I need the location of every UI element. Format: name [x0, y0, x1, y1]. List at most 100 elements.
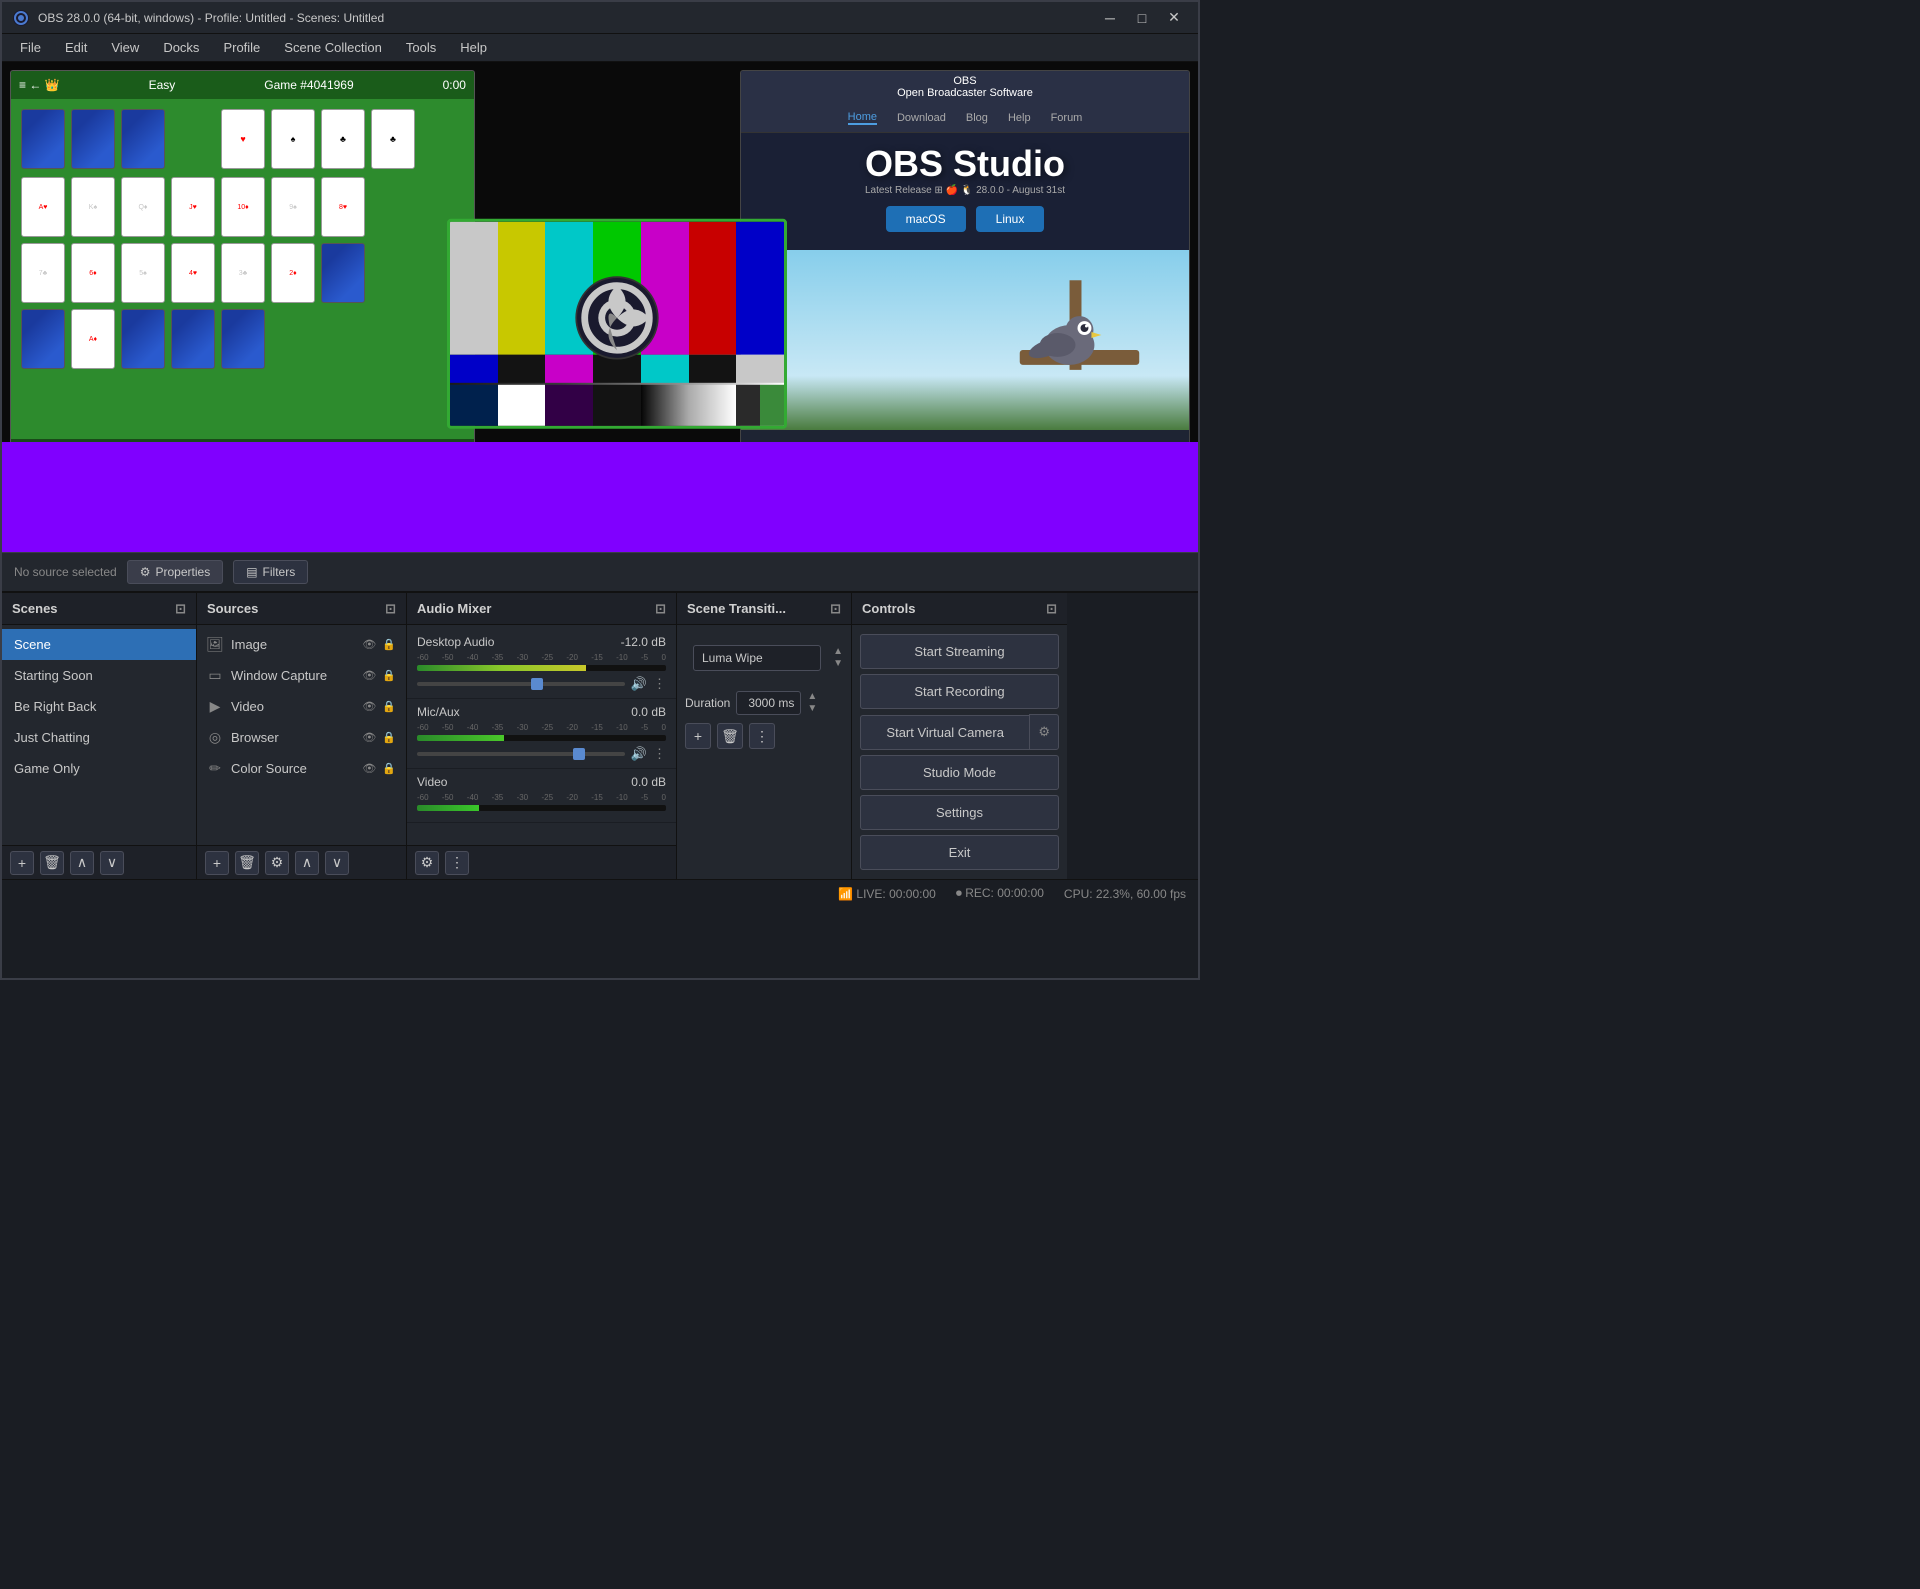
panels-row: Scenes ⊡ Scene Starting Soon Be Right Ba…: [2, 592, 1198, 879]
maximize-button[interactable]: □: [1128, 4, 1156, 32]
mic-aux-fader[interactable]: [417, 752, 625, 756]
source-lock-icon-2[interactable]: 🔒: [382, 669, 396, 682]
source-lock-icon-5[interactable]: 🔒: [382, 762, 396, 775]
transition-up-arrow[interactable]: ▲: [833, 646, 843, 658]
rec-icon: ⏺: [956, 886, 962, 900]
sources-add-button[interactable]: +: [205, 851, 229, 875]
scene-item-starting-soon[interactable]: Starting Soon: [2, 660, 196, 691]
t2-card-5: 3♣: [221, 243, 265, 303]
desktop-audio-thumb[interactable]: [531, 678, 543, 690]
virtual-camera-gear-button[interactable]: ⚙: [1029, 714, 1059, 750]
transition-type-select[interactable]: Luma Wipe Cut Fade Swipe Slide: [693, 645, 821, 671]
mic-aux-mute[interactable]: 🔊: [631, 746, 647, 762]
sources-down-button[interactable]: ∨: [325, 851, 349, 875]
close-button[interactable]: ✕: [1160, 4, 1188, 32]
filters-button[interactable]: ▤ Filters: [233, 560, 308, 584]
desktop-audio-more[interactable]: ⋮: [653, 676, 666, 692]
color-bars-bottom: [450, 354, 784, 425]
minimize-button[interactable]: ─: [1096, 4, 1124, 32]
menu-edit[interactable]: Edit: [55, 37, 97, 58]
menu-view[interactable]: View: [101, 37, 149, 58]
rec-label: REC:: [965, 886, 994, 900]
duration-spin-arrows: ▲ ▼: [807, 691, 817, 715]
menu-profile[interactable]: Profile: [213, 37, 270, 58]
source-name-color-source: Color Source: [231, 761, 307, 776]
source-item-video[interactable]: ▶ Video 👁 🔒: [197, 691, 406, 722]
t2-card-4: 4♥: [171, 243, 215, 303]
duration-input[interactable]: [736, 691, 801, 715]
obs-linux-button[interactable]: Linux: [976, 206, 1045, 232]
transition-more-button[interactable]: ⋮: [749, 723, 775, 749]
source-item-window-capture[interactable]: ▭ Window Capture 👁 🔒: [197, 660, 406, 691]
desktop-audio-fader[interactable]: [417, 682, 625, 686]
menu-scene-collection[interactable]: Scene Collection: [274, 37, 392, 58]
scenes-add-button[interactable]: +: [10, 851, 34, 875]
desktop-audio-fader-row: 🔊 ⋮: [417, 676, 666, 692]
settings-button[interactable]: Settings: [860, 795, 1059, 830]
scenes-up-button[interactable]: ∧: [70, 851, 94, 875]
sources-settings-button[interactable]: ⚙: [265, 851, 289, 875]
sources-panel-icon[interactable]: ⊡: [385, 601, 396, 617]
transition-delete-button[interactable]: 🗑: [717, 723, 743, 749]
scene-item-just-chatting[interactable]: Just Chatting: [2, 722, 196, 753]
obs-nav-forum: Forum: [1051, 112, 1083, 124]
exit-button[interactable]: Exit: [860, 835, 1059, 870]
obs-macos-button[interactable]: macOS: [886, 206, 966, 232]
controls-panel-icon[interactable]: ⊡: [1046, 601, 1057, 617]
source-eye-icon[interactable]: 👁: [362, 638, 376, 651]
scenes-delete-button[interactable]: 🗑: [40, 851, 64, 875]
duration-down-arrow[interactable]: ▼: [807, 703, 817, 715]
scenes-panel-icon[interactable]: ⊡: [175, 601, 186, 617]
card-spade: ♠: [271, 109, 315, 169]
tableau-row: A♥ K♠ Q♦ J♥ 10♦ 9♠ 8♥: [21, 177, 464, 237]
audio-settings-button[interactable]: ⚙: [415, 851, 439, 875]
audio-panel-icon[interactable]: ⊡: [655, 601, 666, 617]
source-item-image[interactable]: 🖼 Image 👁 🔒: [197, 629, 406, 660]
t-card-7: 8♥: [321, 177, 365, 237]
video-audio-scale: -60-50-40-35-30-25-20-15-10-50: [417, 793, 666, 802]
controls-panel: Controls ⊡ Start Streaming Start Recordi…: [852, 593, 1067, 879]
mic-aux-thumb[interactable]: [573, 748, 585, 760]
color-source-icon: ✏: [207, 760, 223, 777]
audio-track-video: Video 0.0 dB -60-50-40-35-30-25-20-15-10…: [407, 769, 676, 823]
source-eye-icon-2[interactable]: 👁: [362, 669, 376, 682]
mic-aux-more[interactable]: ⋮: [653, 746, 666, 762]
t-card-6: 9♠: [271, 177, 315, 237]
audio-track-desktop-header: Desktop Audio -12.0 dB: [417, 635, 666, 649]
scene-item-game-only[interactable]: Game Only: [2, 753, 196, 784]
source-lock-icon-3[interactable]: 🔒: [382, 700, 396, 713]
scenes-down-button[interactable]: ∨: [100, 851, 124, 875]
preview-area: ≡ ← 👑 Easy Game #4041969 0:00 ♥ ♠ ♣ ♣ A♥…: [2, 62, 1198, 552]
menu-file[interactable]: File: [10, 37, 51, 58]
start-virtual-camera-button[interactable]: Start Virtual Camera: [860, 715, 1029, 750]
start-recording-button[interactable]: Start Recording: [860, 674, 1059, 709]
transitions-panel-icon[interactable]: ⊡: [830, 601, 841, 617]
sources-delete-button[interactable]: 🗑: [235, 851, 259, 875]
transitions-content: Luma Wipe Cut Fade Swipe Slide ▲ ▼ Durat…: [677, 625, 851, 879]
card-back-3: [121, 109, 165, 169]
duration-up-arrow[interactable]: ▲: [807, 691, 817, 703]
source-eye-icon-5[interactable]: 👁: [362, 762, 376, 775]
source-lock-icon-4[interactable]: 🔒: [382, 731, 396, 744]
mic-aux-name: Mic/Aux: [417, 705, 460, 719]
scene-item-scene[interactable]: Scene: [2, 629, 196, 660]
sources-up-button[interactable]: ∧: [295, 851, 319, 875]
source-eye-icon-3[interactable]: 👁: [362, 700, 376, 713]
menu-help[interactable]: Help: [450, 37, 497, 58]
scenes-panel-title: Scenes: [12, 601, 58, 616]
menu-tools[interactable]: Tools: [396, 37, 446, 58]
source-lock-icon[interactable]: 🔒: [382, 638, 396, 651]
start-streaming-button[interactable]: Start Streaming: [860, 634, 1059, 669]
transition-add-button[interactable]: +: [685, 723, 711, 749]
scene-item-be-right-back[interactable]: Be Right Back: [2, 691, 196, 722]
title-bar: OBS 28.0.0 (64-bit, windows) - Profile: …: [2, 2, 1198, 34]
menu-docks[interactable]: Docks: [153, 37, 209, 58]
desktop-audio-mute[interactable]: 🔊: [631, 676, 647, 692]
source-item-browser[interactable]: ◎ Browser 👁 🔒: [197, 722, 406, 753]
source-item-color-source[interactable]: ✏ Color Source 👁 🔒: [197, 753, 406, 784]
transition-down-arrow[interactable]: ▼: [833, 658, 843, 670]
studio-mode-button[interactable]: Studio Mode: [860, 755, 1059, 790]
source-eye-icon-4[interactable]: 👁: [362, 731, 376, 744]
audio-more-button[interactable]: ⋮: [445, 851, 469, 875]
properties-button[interactable]: ⚙ Properties: [127, 560, 223, 584]
